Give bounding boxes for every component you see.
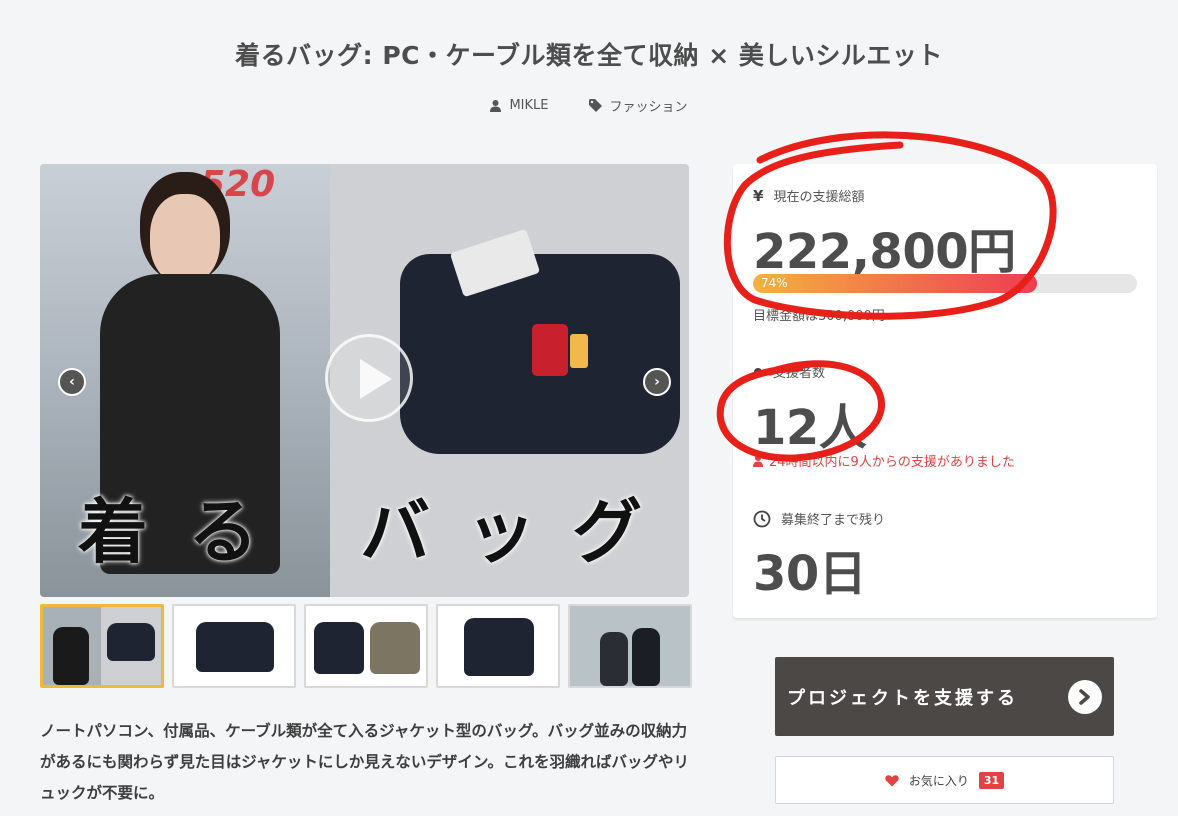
heart-icon (885, 774, 899, 786)
thumbnail-2[interactable] (172, 604, 296, 688)
hero-sign-text: 520 (200, 164, 276, 205)
remaining-value: 30日 (753, 546, 867, 602)
recent-backers-notice: 24時間以内に9人からの支援がありました (753, 451, 1015, 470)
hero-text-left: 着る (78, 490, 298, 573)
funding-progress-fill: 74% (753, 274, 1038, 293)
author-link[interactable]: MIKLE (490, 96, 549, 115)
remaining-label: 募集終了まで残り (781, 513, 886, 528)
raised-value: 222,800円 (753, 224, 1016, 280)
tag-icon (588, 99, 602, 112)
user-icon (753, 454, 763, 467)
play-icon[interactable] (325, 334, 413, 422)
hero-media[interactable]: 520 着る バッグ ‹ › (40, 164, 689, 597)
category-link[interactable]: ファッション (588, 96, 688, 115)
thumbnail-5[interactable] (568, 604, 692, 688)
thumbnail-1[interactable] (40, 604, 164, 688)
backers-label: 支援者数 (773, 366, 826, 381)
thumbnail-3[interactable] (304, 604, 428, 688)
project-description: ノートパソコン、付属品、ケーブル類が全て入るジャケット型のバッグ。バッグ並みの収… (40, 722, 689, 802)
remaining-label-row: 募集終了まで残り (753, 509, 885, 528)
author-name: MIKLE (509, 98, 549, 113)
favorite-label: お気に入り (908, 773, 969, 788)
backers-label-row: 支援者数 (753, 362, 825, 381)
user-icon (754, 367, 762, 376)
thumbnail-strip (40, 604, 692, 688)
backers-value: 12人 (753, 400, 867, 456)
yen-icon: ¥ (753, 186, 764, 205)
prev-slide-icon[interactable]: ‹ (58, 368, 86, 396)
user-icon (490, 99, 502, 112)
page-title: 着るバッグ: PC・ケーブル類を全て収納 × 美しいシルエット (235, 41, 943, 70)
raised-label: 現在の支援総額 (773, 190, 865, 205)
recent-backers-text: 24時間以内に9人からの支援がありました (769, 455, 1015, 470)
next-slide-icon[interactable]: › (643, 368, 671, 396)
clock-icon (753, 510, 771, 527)
target-amount: 目標金額は300,000円 (753, 309, 885, 324)
chevron-right-icon (1068, 679, 1102, 714)
category-name: ファッション (609, 100, 688, 115)
project-meta: MIKLE ファッション (0, 96, 1178, 115)
funding-progress-bar: 74% (753, 274, 1137, 293)
favorite-button[interactable]: お気に入り 31 (775, 756, 1114, 804)
raised-label-row: ¥ 現在の支援総額 (753, 186, 865, 206)
funding-stats-card: ¥ 現在の支援総額 222,800円 74% 目標金額は300,000円 支援者… (733, 164, 1157, 618)
hero-text-right: バッグ (360, 490, 678, 573)
back-project-button[interactable]: プロジェクトを支援する (775, 657, 1114, 736)
thumbnail-4[interactable] (436, 604, 560, 688)
favorite-count-badge: 31 (978, 771, 1005, 789)
back-project-label: プロジェクトを支援する (787, 687, 1018, 709)
